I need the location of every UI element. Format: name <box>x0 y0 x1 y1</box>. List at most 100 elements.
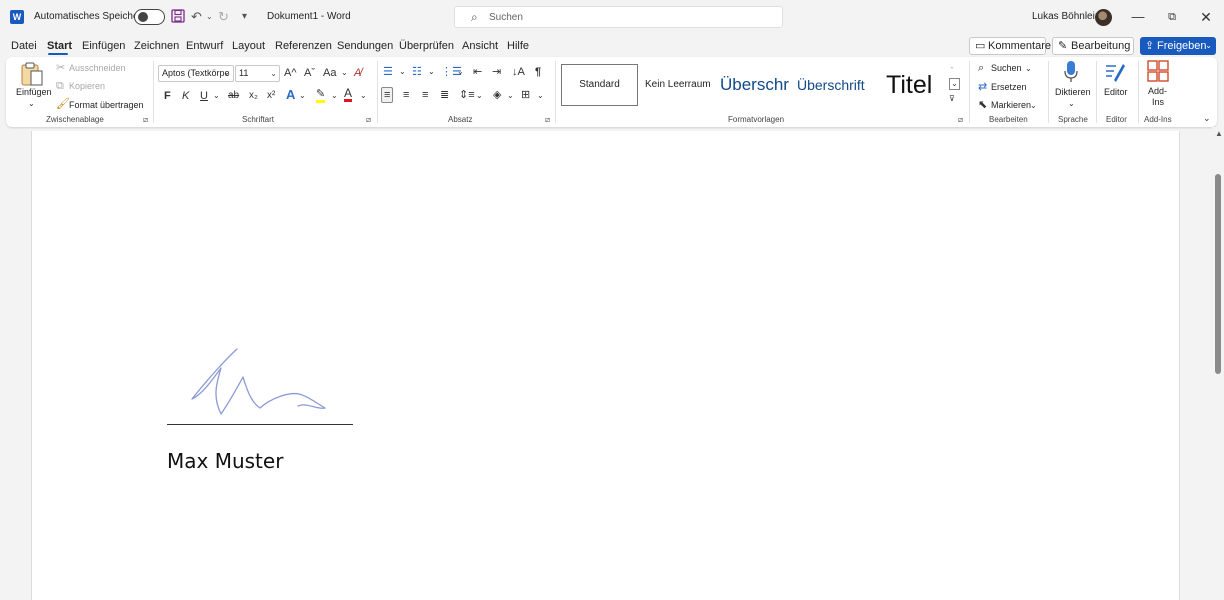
font-launcher-icon[interactable]: ⧄ <box>366 115 371 125</box>
dictate-button[interactable] <box>1063 60 1079 87</box>
tab-einfuegen[interactable]: Einfügen <box>82 40 125 52</box>
increase-indent-icon[interactable]: ⇥ <box>492 65 501 79</box>
style-no-spacing[interactable]: Kein Leerraum <box>645 64 717 106</box>
chevron-down-icon[interactable]: ⌄ <box>341 66 348 80</box>
replace-icon[interactable]: ⇄ <box>978 80 987 94</box>
bold-button[interactable]: F <box>164 89 171 103</box>
chevron-down-icon[interactable]: ⌄ <box>1025 62 1032 76</box>
tab-sendungen[interactable]: Sendungen <box>337 40 393 52</box>
chevron-down-icon[interactable]: ⌄ <box>360 89 367 103</box>
comments-button[interactable]: ▭ Kommentare <box>969 37 1051 55</box>
strikethrough-button[interactable]: ab <box>228 89 239 103</box>
numbering-icon[interactable]: ☷ <box>412 65 422 79</box>
chevron-down-icon[interactable]: ⌄ <box>537 89 544 103</box>
editor-label[interactable]: Editor <box>1104 87 1128 97</box>
scroll-thumb[interactable] <box>1215 174 1221 374</box>
avatar[interactable] <box>1095 9 1112 26</box>
vertical-scrollbar[interactable]: ▲ <box>1212 127 1224 600</box>
paste-button[interactable] <box>19 61 45 90</box>
tab-entwurf[interactable]: Entwurf <box>186 40 223 52</box>
undo-dropdown-icon[interactable]: ⌄ <box>206 9 213 25</box>
addins-label-line1[interactable]: Add- <box>1148 86 1167 96</box>
shrink-font-icon[interactable]: Aˇ <box>304 66 315 80</box>
styles-launcher-icon[interactable]: ⧄ <box>958 115 963 125</box>
tab-datei[interactable]: Datei <box>11 40 37 52</box>
clipboard-launcher-icon[interactable]: ⧄ <box>143 115 148 125</box>
select-label[interactable]: Markieren <box>991 100 1031 110</box>
tab-zeichnen[interactable]: Zeichnen <box>134 40 179 52</box>
highlight-icon[interactable]: ✎ <box>316 88 326 103</box>
tab-start[interactable]: Start <box>47 40 72 52</box>
dictate-label[interactable]: Diktieren <box>1055 87 1091 97</box>
addins-button[interactable] <box>1147 60 1169 85</box>
tab-ueberpruefen[interactable]: Überprüfen <box>399 40 454 52</box>
paste-label[interactable]: Einfügen <box>16 87 52 97</box>
copy-icon[interactable]: ⧉ <box>56 79 64 93</box>
scroll-up-icon[interactable]: ▲ <box>1215 129 1223 138</box>
search-input[interactable]: ⌕ Suchen <box>454 6 783 28</box>
user-name[interactable]: Lukas Böhnlein <box>1032 11 1100 22</box>
style-title[interactable]: Titel <box>886 64 948 106</box>
cut-icon[interactable]: ✂ <box>56 61 65 75</box>
share-button[interactable]: ⇪ Freigeben ⌄ <box>1140 37 1216 55</box>
paste-chevron-icon[interactable]: ⌄ <box>28 97 35 111</box>
editing-mode-button[interactable]: ✎ Bearbeitung ⌄ <box>1052 37 1134 67</box>
tab-referenzen[interactable]: Referenzen <box>275 40 332 52</box>
chevron-down-icon[interactable]: ⌄ <box>331 89 338 103</box>
decrease-indent-icon[interactable]: ⇤ <box>473 65 482 79</box>
borders-icon[interactable]: ⊞ <box>521 88 530 102</box>
font-size-select[interactable]: 11 ⌄ <box>235 65 280 82</box>
show-marks-icon[interactable]: ¶ <box>535 65 541 79</box>
align-center-icon[interactable]: ≡ <box>403 88 409 102</box>
chevron-down-icon[interactable]: ⌄ <box>507 89 514 103</box>
chevron-down-icon[interactable]: ⌄ <box>399 65 406 79</box>
style-standard[interactable]: Standard <box>561 64 638 106</box>
text-effects-icon[interactable]: A <box>286 88 295 102</box>
customize-qat-icon[interactable]: ▾ <box>242 9 247 25</box>
chevron-down-icon[interactable]: ⌄ <box>299 89 306 103</box>
save-icon[interactable] <box>171 9 185 27</box>
editor-button[interactable] <box>1104 60 1126 87</box>
sort-icon[interactable]: ↓A <box>512 65 525 79</box>
chevron-down-icon[interactable]: ⌄ <box>1068 97 1075 111</box>
redo-icon[interactable]: ↻ <box>218 9 229 25</box>
chevron-down-icon[interactable]: ⌄ <box>457 65 464 79</box>
paragraph-launcher-icon[interactable]: ⧄ <box>545 115 550 125</box>
collapse-ribbon-icon[interactable]: ⌄ <box>1203 111 1211 125</box>
justify-icon[interactable]: ≣ <box>440 88 449 102</box>
format-painter-label[interactable]: Format übertragen <box>69 100 144 110</box>
chevron-down-icon[interactable]: ⌄ <box>428 65 435 79</box>
font-name-select[interactable]: Aptos (Textkörpe ⌄ <box>158 65 234 82</box>
replace-label[interactable]: Ersetzen <box>991 82 1027 92</box>
share-chevron-icon[interactable]: ⌄ <box>1205 37 1212 55</box>
change-case-icon[interactable]: Aa <box>323 66 336 80</box>
undo-icon[interactable]: ↶ <box>191 9 202 25</box>
clear-formatting-icon[interactable]: A̸ <box>354 66 361 80</box>
addins-label-line2[interactable]: Ins <box>1152 97 1164 107</box>
underline-chevron-icon[interactable]: ⌄ <box>213 89 220 103</box>
style-heading-2[interactable]: Überschrift <box>797 64 873 106</box>
styles-up-icon[interactable]: ⌃ <box>949 64 955 78</box>
format-painter-icon[interactable]: 🖌 <box>56 97 70 111</box>
style-heading-1[interactable]: Überschr <box>720 64 790 106</box>
superscript-icon[interactable]: x² <box>267 89 275 103</box>
cut-label[interactable]: Ausschneiden <box>69 63 126 73</box>
signatory-name[interactable]: Max Muster <box>167 449 283 473</box>
minimize-icon[interactable]: — <box>1128 8 1148 26</box>
subscript-icon[interactable]: x₂ <box>249 89 258 103</box>
shading-icon[interactable]: ◈ <box>493 88 501 102</box>
underline-button[interactable]: U <box>200 89 208 103</box>
tab-ansicht[interactable]: Ansicht <box>462 40 498 52</box>
copy-label[interactable]: Kopieren <box>69 81 105 91</box>
grow-font-icon[interactable]: A^ <box>284 66 297 80</box>
styles-more-icon[interactable]: ⊽ <box>949 92 955 106</box>
align-left-icon[interactable]: ≡ <box>381 87 394 103</box>
line-spacing-icon[interactable]: ⇕≡ <box>459 88 475 102</box>
select-icon[interactable]: ⬉ <box>978 98 987 112</box>
autosave-toggle[interactable] <box>134 9 165 25</box>
tab-hilfe[interactable]: Hilfe <box>507 40 529 52</box>
find-icon[interactable]: ⌕ <box>978 61 984 75</box>
font-color-icon[interactable]: A <box>344 87 353 102</box>
italic-button[interactable]: K <box>182 89 189 103</box>
align-right-icon[interactable]: ≡ <box>422 88 428 102</box>
